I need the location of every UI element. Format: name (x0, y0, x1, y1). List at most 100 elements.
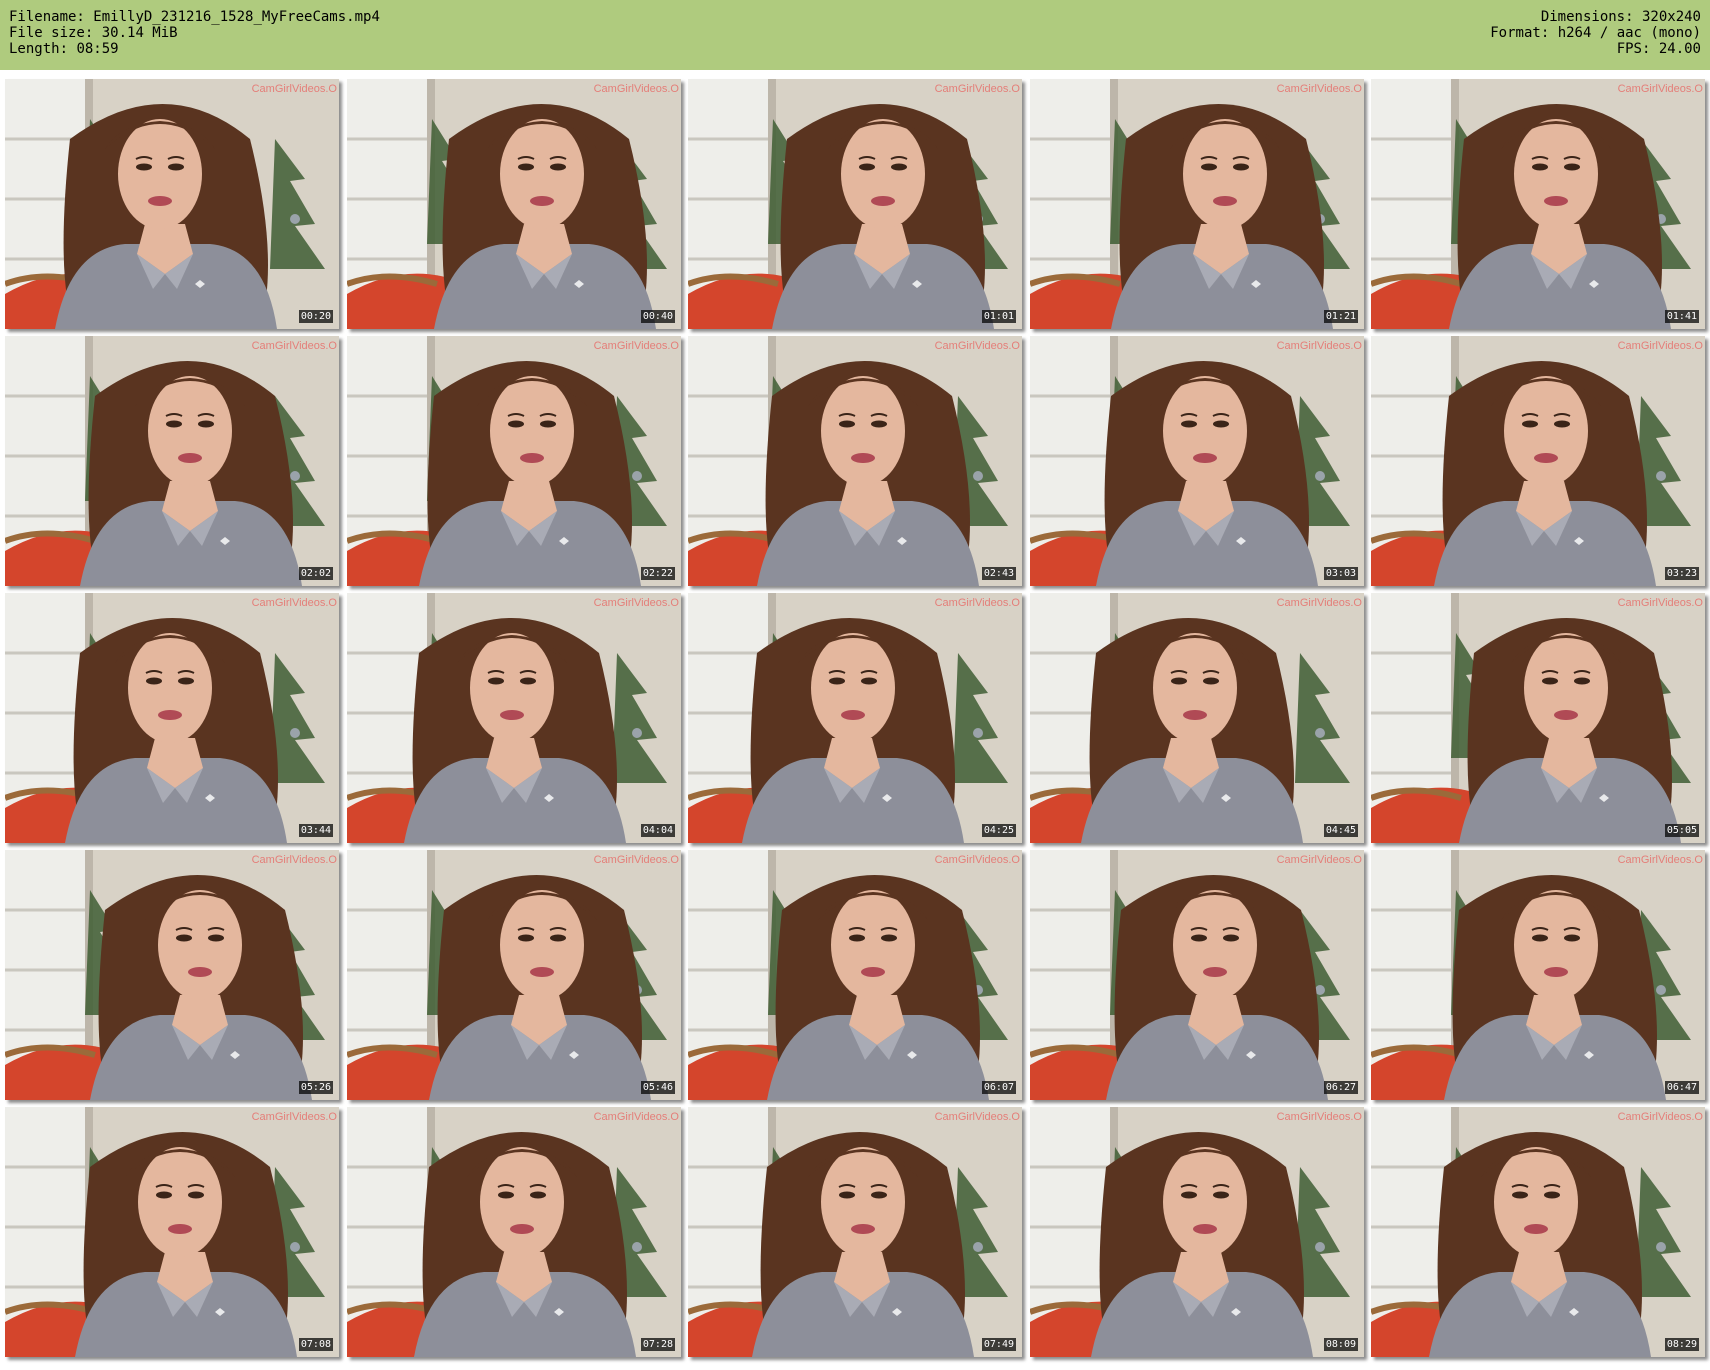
dimensions-value: 320x240 (1641, 9, 1701, 25)
thumbnail-timestamp: 04:25 (981, 824, 1016, 837)
thumbnail-timestamp: 03:44 (298, 824, 333, 837)
video-thumbnail: CamGirlVideos.O 02:02 (5, 336, 339, 586)
thumbnail-timestamp: 00:20 (298, 310, 333, 323)
watermark: CamGirlVideos.O (1617, 340, 1703, 352)
filesize-value: 30.14 MiB (101, 25, 178, 41)
watermark: CamGirlVideos.O (1617, 597, 1703, 609)
thumbnail-timestamp: 02:43 (981, 567, 1016, 580)
filesize-label: File size: (9, 25, 94, 41)
video-thumbnail: CamGirlVideos.O 08:09 (1030, 1107, 1364, 1357)
video-thumbnail: CamGirlVideos.O 06:47 (1371, 850, 1705, 1100)
watermark: CamGirlVideos.O (593, 1111, 679, 1123)
format-value: h264 / aac (mono) (1557, 25, 1701, 41)
thumbnail-timestamp: 06:07 (981, 1081, 1016, 1094)
video-thumbnail: CamGirlVideos.O 08:29 (1371, 1107, 1705, 1357)
thumbnail-frame-image (1030, 79, 1364, 329)
video-thumbnail: CamGirlVideos.O 03:03 (1030, 336, 1364, 586)
thumbnail-frame-image (688, 850, 1022, 1100)
watermark: CamGirlVideos.O (1276, 340, 1362, 352)
watermark: CamGirlVideos.O (1617, 1111, 1703, 1123)
filename-line: Filename: EmillyD_231216_1528_MyFreeCams… (9, 9, 380, 25)
thumbnail-timestamp: 05:26 (298, 1081, 333, 1094)
video-thumbnail: CamGirlVideos.O 05:05 (1371, 593, 1705, 843)
video-thumbnail: CamGirlVideos.O 01:41 (1371, 79, 1705, 329)
thumbnail-frame-image (5, 593, 339, 843)
watermark: CamGirlVideos.O (251, 83, 337, 95)
video-thumbnail: CamGirlVideos.O 06:27 (1030, 850, 1364, 1100)
dimensions-label: Dimensions: (1540, 9, 1634, 25)
thumbnail-frame-image (1371, 593, 1705, 843)
thumbnail-timestamp: 01:01 (981, 310, 1016, 323)
fps-label: FPS: (1616, 41, 1651, 57)
watermark: CamGirlVideos.O (593, 340, 679, 352)
thumbnail-frame-image (347, 336, 681, 586)
thumbnail-frame-image (5, 79, 339, 329)
fps-line: FPS: 24.00 (1490, 41, 1701, 57)
thumbnail-frame-image (347, 79, 681, 329)
watermark: CamGirlVideos.O (1276, 83, 1362, 95)
thumbnail-timestamp: 06:27 (1323, 1081, 1358, 1094)
video-thumbnail: CamGirlVideos.O 06:07 (688, 850, 1022, 1100)
thumbnail-timestamp: 04:04 (640, 824, 675, 837)
thumbnail-frame-image (347, 850, 681, 1100)
thumbnail-timestamp: 03:03 (1323, 567, 1358, 580)
thumbnail-frame-image (347, 1107, 681, 1357)
video-thumbnail: CamGirlVideos.O 01:01 (688, 79, 1022, 329)
thumbnail-frame-image (5, 850, 339, 1100)
watermark: CamGirlVideos.O (251, 597, 337, 609)
watermark: CamGirlVideos.O (934, 854, 1020, 866)
watermark: CamGirlVideos.O (1617, 83, 1703, 95)
thumbnail-timestamp: 06:47 (1664, 1081, 1699, 1094)
thumbnail-frame-image (1371, 850, 1705, 1100)
watermark: CamGirlVideos.O (251, 854, 337, 866)
thumbnail-timestamp: 07:08 (298, 1338, 333, 1351)
video-thumbnail: CamGirlVideos.O 02:22 (347, 336, 681, 586)
video-thumbnail: CamGirlVideos.O 04:04 (347, 593, 681, 843)
watermark: CamGirlVideos.O (1276, 597, 1362, 609)
thumbnail-timestamp: 08:29 (1664, 1338, 1699, 1351)
info-header: Filename: EmillyD_231216_1528_MyFreeCams… (0, 0, 1710, 70)
thumbnail-frame-image (688, 336, 1022, 586)
thumbnail-frame-image (688, 1107, 1022, 1357)
thumbnail-frame-image (1371, 1107, 1705, 1357)
watermark: CamGirlVideos.O (251, 1111, 337, 1123)
video-thumbnail: CamGirlVideos.O 04:45 (1030, 593, 1364, 843)
watermark: CamGirlVideos.O (934, 597, 1020, 609)
watermark: CamGirlVideos.O (593, 854, 679, 866)
thumbnail-timestamp: 04:45 (1323, 824, 1358, 837)
fps-value: 24.00 (1658, 41, 1701, 57)
thumbnail-timestamp: 03:23 (1664, 567, 1699, 580)
video-thumbnail: CamGirlVideos.O 07:28 (347, 1107, 681, 1357)
thumbnail-frame-image (1371, 79, 1705, 329)
thumbnail-frame-image (1371, 336, 1705, 586)
length-line: Length: 08:59 (9, 41, 380, 57)
watermark: CamGirlVideos.O (593, 597, 679, 609)
video-thumbnail: CamGirlVideos.O 07:08 (5, 1107, 339, 1357)
thumbnail-timestamp: 01:21 (1323, 310, 1358, 323)
video-thumbnail: CamGirlVideos.O 05:46 (347, 850, 681, 1100)
thumbnail-frame-image (688, 593, 1022, 843)
filename-label: Filename: (9, 9, 85, 25)
thumbnail-timestamp: 07:28 (640, 1338, 675, 1351)
thumbnail-frame-image (5, 1107, 339, 1357)
thumbnail-timestamp: 07:49 (981, 1338, 1016, 1351)
watermark: CamGirlVideos.O (251, 340, 337, 352)
thumbnail-frame-image (1030, 593, 1364, 843)
watermark: CamGirlVideos.O (1276, 854, 1362, 866)
watermark: CamGirlVideos.O (934, 340, 1020, 352)
filename-value: EmillyD_231216_1528_MyFreeCams.mp4 (93, 9, 380, 25)
length-value: 08:59 (76, 41, 119, 57)
video-thumbnail: CamGirlVideos.O 02:43 (688, 336, 1022, 586)
thumbnail-timestamp: 02:02 (298, 567, 333, 580)
thumbnail-timestamp: 05:46 (640, 1081, 675, 1094)
video-thumbnail: CamGirlVideos.O 00:40 (347, 79, 681, 329)
length-label: Length: (9, 41, 69, 57)
dimensions-line: Dimensions: 320x240 (1490, 9, 1701, 25)
video-thumbnail: CamGirlVideos.O 03:44 (5, 593, 339, 843)
format-label: Format: (1490, 25, 1550, 41)
video-thumbnail: CamGirlVideos.O 05:26 (5, 850, 339, 1100)
thumbnail-frame-image (347, 593, 681, 843)
thumbnail-frame-image (5, 336, 339, 586)
watermark: CamGirlVideos.O (593, 83, 679, 95)
thumbnail-timestamp: 00:40 (640, 310, 675, 323)
